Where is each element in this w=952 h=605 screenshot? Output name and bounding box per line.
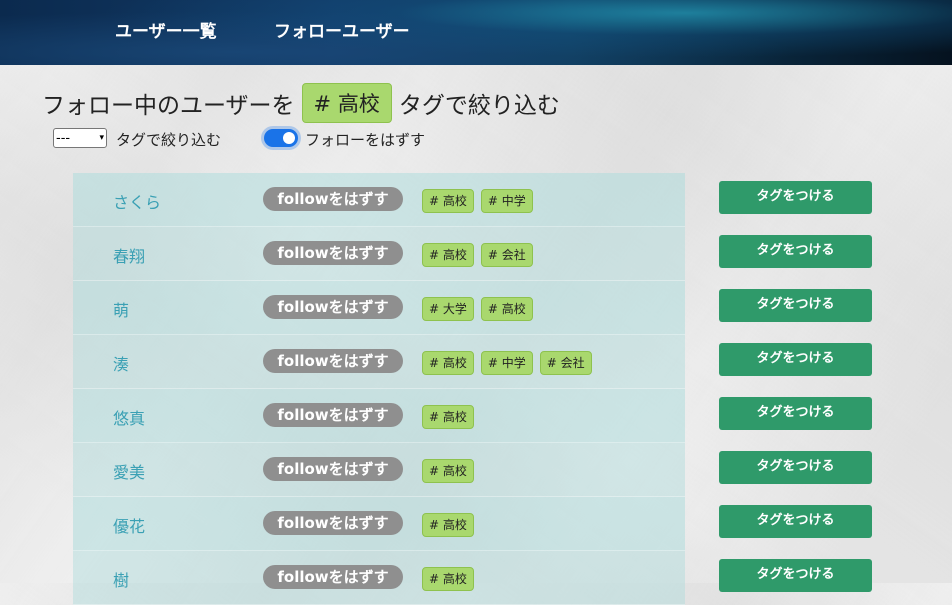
user-name-link[interactable]: 湊	[113, 351, 129, 375]
user-tag: # 高校	[422, 459, 474, 483]
user-name-link[interactable]: 愛美	[113, 459, 145, 483]
user-tag: # 会社	[480, 243, 533, 267]
tag-filter-selected-value: ---	[56, 130, 71, 146]
user-row: 愛美 followをはずす # 高校	[73, 443, 685, 497]
unfollow-button[interactable]: followをはずす	[263, 565, 403, 589]
user-tag: # 高校	[422, 351, 474, 375]
unfollow-button[interactable]: followをはずす	[263, 187, 403, 211]
user-row: 樹 followをはずす # 高校	[73, 551, 685, 605]
tag-filter-label: タグで絞り込む	[116, 131, 222, 149]
user-tag-list: # 高校	[422, 567, 474, 591]
add-tag-button[interactable]: タグをつける	[719, 343, 872, 376]
unfollow-mode-label: フォローをはずす	[305, 131, 426, 149]
add-tag-button[interactable]: タグをつける	[719, 505, 872, 538]
add-tag-button[interactable]: タグをつける	[719, 559, 872, 592]
user-tag: # 大学	[422, 297, 474, 321]
tag-filter-select[interactable]: --- ▾	[53, 128, 107, 148]
user-name-link[interactable]: 優花	[113, 513, 145, 537]
user-row: 湊 followをはずす # 高校 # 中学 # 会社	[73, 335, 685, 389]
user-tag-list: # 高校	[422, 459, 474, 483]
user-name-link[interactable]: 萌	[113, 297, 129, 321]
user-row: 優花 followをはずす # 高校	[73, 497, 685, 551]
page-title-tag: # 高校	[301, 83, 392, 123]
chevron-down-icon: ▾	[99, 133, 104, 143]
user-row: 萌 followをはずす # 大学 # 高校	[73, 281, 685, 335]
navbar: ユーザー一覧 フォローユーザー	[0, 0, 952, 65]
user-name-link[interactable]: 悠真	[113, 405, 145, 429]
page-title-suffix: タグで絞り込む	[398, 93, 560, 119]
add-tag-button[interactable]: タグをつける	[719, 181, 872, 214]
unfollow-mode-toggle[interactable]	[264, 129, 298, 147]
unfollow-button[interactable]: followをはずす	[263, 241, 403, 265]
user-tag: # 会社	[539, 351, 592, 375]
user-row: 悠真 followをはずす # 高校	[73, 389, 685, 443]
add-tag-button[interactable]: タグをつける	[719, 235, 872, 268]
user-row: 春翔 followをはずす # 高校 # 会社	[73, 227, 685, 281]
user-tag-list: # 高校 # 会社	[422, 243, 533, 267]
user-tag-list: # 高校 # 中学	[422, 189, 533, 213]
user-tag: # 高校	[422, 189, 474, 213]
unfollow-button[interactable]: followをはずす	[263, 295, 403, 319]
user-tag: # 高校	[422, 243, 474, 267]
nav-link-users[interactable]: ユーザー一覧	[115, 17, 217, 42]
unfollow-button[interactable]: followをはずす	[263, 511, 403, 535]
add-tag-button[interactable]: タグをつける	[719, 397, 872, 430]
user-name-link[interactable]: さくら	[113, 189, 161, 213]
user-tag: # 中学	[480, 351, 533, 375]
user-tag: # 高校	[422, 513, 474, 537]
unfollow-button[interactable]: followをはずす	[263, 349, 403, 373]
user-name-link[interactable]: 春翔	[113, 243, 145, 267]
user-list: さくら followをはずす # 高校 # 中学 春翔 followをはずす # 高校 # 会…	[73, 173, 685, 605]
add-tag-button[interactable]: タグをつける	[719, 289, 872, 322]
add-tag-button[interactable]: タグをつける	[719, 451, 872, 484]
user-tag: # 高校	[480, 297, 533, 321]
user-tag-list: # 高校 # 中学 # 会社	[422, 351, 592, 375]
user-tag: # 中学	[480, 189, 533, 213]
page-title: フォロー中のユーザーを # 高校 タグで絞り込む	[42, 82, 560, 124]
user-tag: # 高校	[422, 405, 474, 429]
user-tag-list: # 高校	[422, 513, 474, 537]
user-tag-list: # 高校	[422, 405, 474, 429]
user-tag: # 高校	[422, 567, 474, 591]
user-name-link[interactable]: 樹	[113, 567, 129, 591]
unfollow-button[interactable]: followをはずす	[263, 457, 403, 481]
user-tag-list: # 大学 # 高校	[422, 297, 533, 321]
unfollow-button[interactable]: followをはずす	[263, 403, 403, 427]
page-title-prefix: フォロー中のユーザーを	[42, 93, 295, 119]
toggle-knob	[283, 132, 295, 144]
nav-link-follow-users[interactable]: フォローユーザー	[274, 17, 410, 42]
user-row: さくら followをはずす # 高校 # 中学	[73, 173, 685, 227]
